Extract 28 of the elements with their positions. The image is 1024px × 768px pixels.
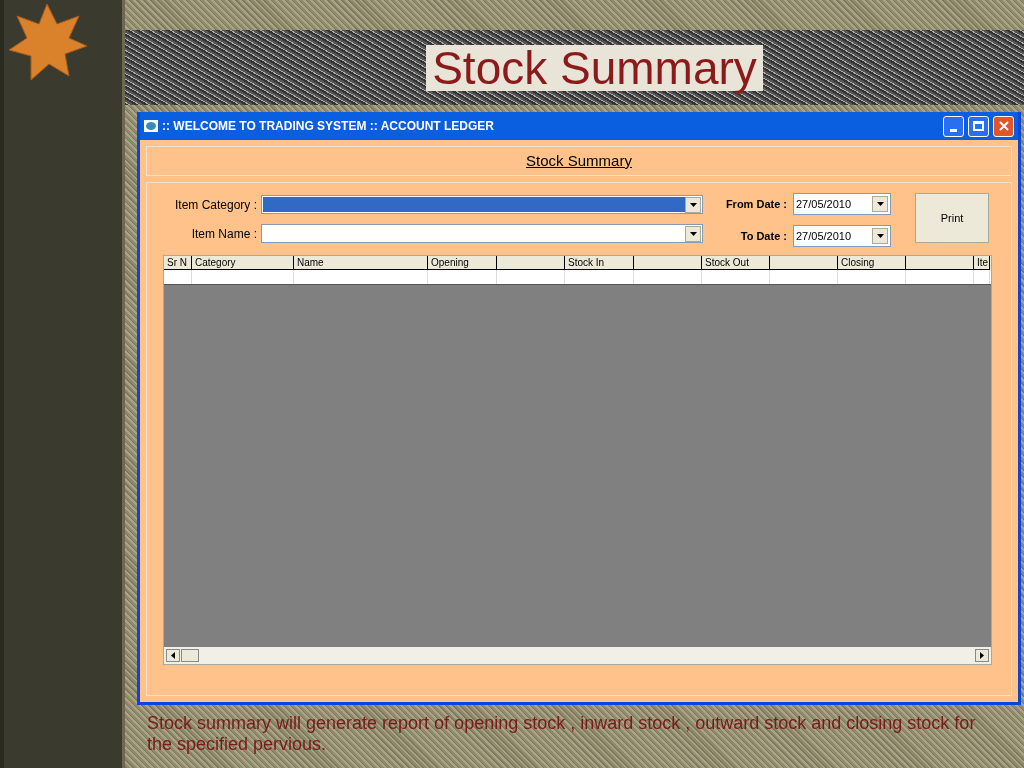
minimize-button[interactable] — [943, 115, 964, 137]
field-label: From Date : — [725, 196, 787, 212]
dropdown-button[interactable] — [685, 196, 701, 213]
close-icon — [998, 121, 1009, 131]
caret-icon — [689, 202, 697, 207]
scroll-left-icon[interactable] — [166, 649, 180, 662]
date-picker[interactable]: 27/05/2010 — [793, 225, 891, 247]
category-dropdown[interactable] — [261, 195, 703, 214]
maximize-button[interactable] — [968, 115, 989, 137]
caret-icon — [876, 234, 884, 238]
print-button[interactable]: Print — [915, 193, 989, 243]
close-button[interactable] — [993, 115, 1014, 137]
field-label: Item Category : — [174, 196, 257, 214]
field-label: Item Name : — [191, 225, 257, 243]
app-icon — [144, 120, 158, 132]
horizontal-scrollbar[interactable] — [164, 647, 991, 664]
dropdown-button[interactable] — [685, 225, 701, 242]
window-title: :: WELCOME TO TRADING SYSTEM :: ACCOUNT LEDGER — [162, 118, 495, 135]
scroll-thumb[interactable] — [181, 649, 199, 662]
caret-icon — [876, 202, 884, 206]
slide-caption: Stock summary will generate report of opening stock , inward stock , outward stock and closing stock for the specified pervious. — [147, 713, 977, 755]
field-label: To Date : — [740, 228, 787, 244]
dropdown-button[interactable] — [872, 228, 888, 244]
dropdown-button[interactable] — [872, 196, 888, 212]
date-picker[interactable]: 27/05/2010 — [793, 193, 891, 215]
form-heading: Stock Summary — [526, 150, 632, 171]
caret-icon — [689, 231, 697, 236]
scroll-right-icon[interactable] — [975, 649, 989, 662]
